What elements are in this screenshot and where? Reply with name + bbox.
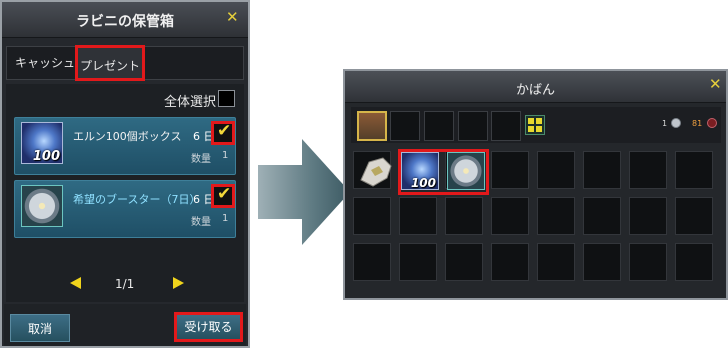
bag-slot[interactable]	[583, 243, 621, 281]
quantity-label: 数量	[191, 217, 211, 228]
item-name: エルン100個ボックス	[73, 130, 182, 143]
quantity-label: 数量	[191, 154, 211, 165]
next-page-icon[interactable]	[173, 277, 184, 289]
storage-title: ラビニの保管箱	[76, 14, 174, 30]
bag-slot[interactable]	[629, 197, 667, 235]
cancel-button[interactable]: 取消	[10, 314, 70, 342]
close-icon[interactable]: ✕	[709, 77, 722, 92]
bag-slot[interactable]	[399, 243, 437, 281]
select-all-checkbox[interactable]	[218, 90, 235, 107]
silver-coin-icon	[671, 118, 681, 128]
stone-item-icon[interactable]	[357, 152, 395, 190]
transfer-arrow-icon	[258, 139, 350, 245]
bag-slot[interactable]	[537, 197, 575, 235]
item-name: 希望のブースター（7日）	[73, 193, 201, 206]
tab-cash[interactable]: キャッシュ	[13, 47, 77, 79]
bag-window: かばん ✕ 1 81 100	[343, 69, 728, 300]
received-items-highlight	[398, 149, 489, 195]
booster-icon	[21, 185, 63, 227]
bag-slot[interactable]	[537, 151, 575, 189]
checkmark-icon: ✔	[217, 184, 232, 204]
bag-slot[interactable]	[583, 151, 621, 189]
bag-slot[interactable]	[445, 243, 483, 281]
bag-tab-equipment[interactable]	[357, 111, 387, 141]
bag-slot[interactable]	[629, 243, 667, 281]
bag-title: かばん	[515, 83, 555, 98]
bag-slot[interactable]	[537, 243, 575, 281]
bag-tab-slot[interactable]	[458, 111, 488, 141]
red-coin-icon	[707, 118, 717, 128]
bag-tab-slot[interactable]	[424, 111, 454, 141]
present-item[interactable]: 希望のブースター（7日） 6 日 数量 1 ✔	[14, 180, 236, 238]
page-indicator: 1/1	[115, 277, 135, 291]
bag-slot[interactable]	[583, 197, 621, 235]
bag-tab-slot[interactable]	[491, 111, 521, 141]
ern-box-icon: 100	[21, 122, 63, 164]
quantity-value: 1	[222, 150, 229, 161]
bag-slot[interactable]	[445, 197, 483, 235]
checkmark-icon: ✔	[217, 121, 232, 141]
select-all-label: 全体選択	[164, 95, 217, 110]
bag-slot[interactable]	[675, 151, 713, 189]
bag-slot[interactable]	[491, 243, 529, 281]
previous-page-icon[interactable]	[70, 277, 81, 289]
bag-slot[interactable]	[353, 243, 391, 281]
bag-slot[interactable]	[491, 197, 529, 235]
grid-view-icon[interactable]	[525, 115, 545, 135]
storage-tabs: キャッシュ プレゼント	[6, 45, 244, 81]
tab-present[interactable]: プレゼント	[75, 45, 145, 81]
close-icon[interactable]: ✕	[226, 10, 239, 25]
silver-currency-value: 1	[662, 119, 668, 128]
receive-button[interactable]: 受け取る	[174, 312, 243, 342]
bag-slot[interactable]	[629, 151, 667, 189]
storage-box-window: ラビニの保管箱 ✕ キャッシュ プレゼント 全体選択 100 エルン100個ボッ…	[0, 0, 250, 348]
item-stack-count: 100	[32, 149, 60, 164]
present-item[interactable]: 100 エルン100個ボックス 6 日 数量 1 ✔	[14, 117, 236, 175]
bag-header: かばん ✕	[345, 71, 726, 103]
bag-slot[interactable]	[491, 151, 529, 189]
red-currency-value: 81	[692, 119, 703, 128]
quantity-value: 1	[222, 213, 229, 224]
bag-slot[interactable]	[399, 197, 437, 235]
bag-tab-slot[interactable]	[390, 111, 420, 141]
item-checkbox[interactable]: ✔	[211, 121, 235, 145]
bag-slot[interactable]	[675, 197, 713, 235]
bag-slot[interactable]	[353, 197, 391, 235]
storage-header: ラビニの保管箱 ✕	[2, 2, 248, 38]
bag-slot[interactable]	[675, 243, 713, 281]
item-checkbox[interactable]: ✔	[211, 184, 235, 208]
